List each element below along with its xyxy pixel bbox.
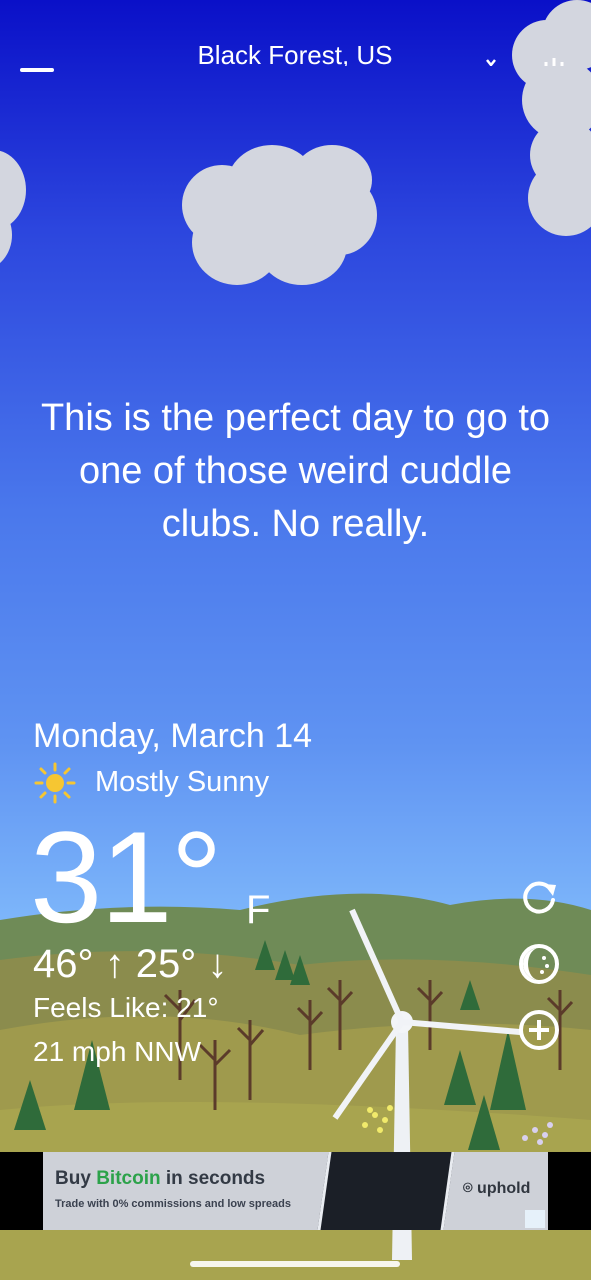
refresh-icon bbox=[523, 881, 556, 914]
sun-icon bbox=[34, 762, 76, 804]
add-circle-icon bbox=[519, 1010, 559, 1050]
temperature-unit[interactable]: F bbox=[246, 888, 270, 932]
temperature: 31° bbox=[30, 804, 223, 950]
hi-lo-temps: 46° ↑ 25° ↓ bbox=[33, 942, 228, 986]
refresh-button[interactable] bbox=[517, 876, 561, 920]
condition-label: Mostly Sunny bbox=[95, 766, 270, 798]
moon-phase-button[interactable] bbox=[517, 942, 561, 986]
moon-phase-icon bbox=[519, 944, 559, 984]
top-bar: Black Forest, US bbox=[0, 0, 591, 66]
weather-quote: This is the perfect day to go to one of … bbox=[40, 397, 551, 545]
cloud-center bbox=[182, 145, 382, 285]
chevron-down-icon[interactable] bbox=[484, 55, 498, 66]
ad-subtitle: Trade with 0% commissions and low spread… bbox=[55, 1198, 291, 1210]
share-icon[interactable] bbox=[540, 50, 570, 66]
date-label: Monday, March 14 bbox=[33, 717, 313, 755]
add-location-button[interactable] bbox=[517, 1008, 561, 1052]
home-indicator[interactable] bbox=[190, 1261, 400, 1267]
ad-brand-logo: ⌾ uphold bbox=[463, 1180, 531, 1197]
wind-speed: 21 mph NNW bbox=[33, 1036, 202, 1067]
adchoices-icon[interactable] bbox=[525, 1210, 545, 1228]
ad-title: Buy Bitcoin in seconds bbox=[55, 1168, 266, 1189]
ad-banner[interactable]: Buy Bitcoin in seconds Trade with 0% com… bbox=[43, 1152, 548, 1230]
cloud-left bbox=[0, 150, 30, 270]
ad-phone-image bbox=[317, 1152, 455, 1230]
location-title[interactable]: Black Forest, US bbox=[150, 40, 440, 66]
feels-like: Feels Like: 21° bbox=[33, 992, 219, 1023]
